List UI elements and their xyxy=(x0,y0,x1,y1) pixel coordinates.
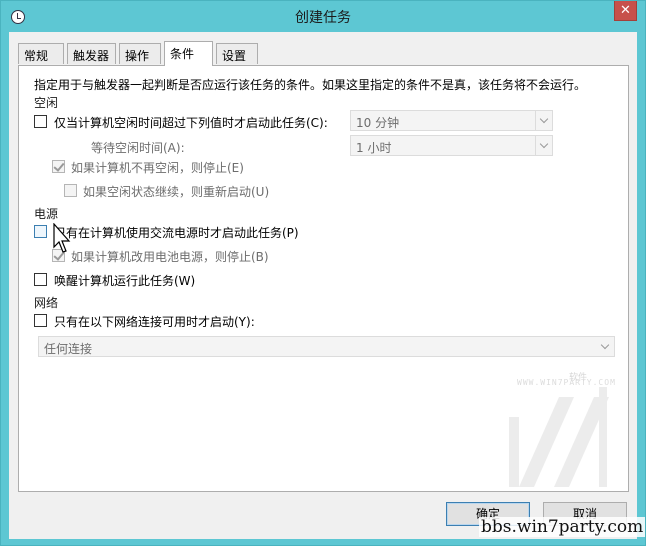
restart-if-idle-checkbox[interactable] xyxy=(64,184,77,197)
tab-general[interactable]: 常规 xyxy=(18,43,64,64)
tab-triggers[interactable]: 触发器 xyxy=(67,43,116,64)
network-connection-value: 任何连接 xyxy=(44,342,93,356)
tab-conditions[interactable]: 条件 xyxy=(164,41,213,66)
window-title: 创建任务 xyxy=(295,10,351,26)
idle-section-label: 空闲 xyxy=(34,96,59,110)
watermark-logo xyxy=(509,387,609,487)
network-connection-combo[interactable]: 任何连接 xyxy=(38,336,615,357)
site-watermark: bbs.win7party.com xyxy=(479,517,646,537)
network-only-label[interactable]: 只有在以下网络连接可用时才启动(Y): xyxy=(54,313,255,330)
close-button[interactable]: ✕ xyxy=(614,1,637,21)
network-separator xyxy=(91,300,615,301)
mouse-cursor-icon xyxy=(53,223,71,253)
network-section-label: 网络 xyxy=(34,296,59,310)
chevron-down-icon xyxy=(535,111,552,130)
chevron-down-icon xyxy=(535,136,552,155)
stop-if-not-idle-checkbox[interactable] xyxy=(52,160,65,173)
tab-actions[interactable]: 操作 xyxy=(119,43,161,64)
wait-idle-value: 1 小时 xyxy=(356,141,392,155)
tab-settings[interactable]: 设置 xyxy=(216,43,258,64)
ac-power-only-checkbox[interactable] xyxy=(34,225,47,238)
stop-on-battery-label[interactable]: 如果计算机改用电池电源，则停止(B) xyxy=(71,248,269,265)
wake-computer-checkbox[interactable] xyxy=(34,273,47,286)
idle-separator xyxy=(69,100,615,101)
wake-computer-label[interactable]: 唤醒计算机运行此任务(W) xyxy=(54,272,195,289)
stop-if-not-idle-label[interactable]: 如果计算机不再空闲，则停止(E) xyxy=(71,159,244,176)
wait-idle-combo[interactable]: 1 小时 xyxy=(350,135,553,156)
idle-duration-value: 10 分钟 xyxy=(356,116,400,130)
dialog-client: 常规 触发器 操作 条件 设置 指定用于与触发器一起判断是否应运行该任务的条件。… xyxy=(9,32,637,539)
power-section-label: 电源 xyxy=(34,207,59,221)
title-bar[interactable]: 创建任务 ✕ xyxy=(1,1,645,31)
start-if-idle-label[interactable]: 仅当计算机空闲时间超过下列值时才启动此任务(C): xyxy=(54,114,328,131)
start-if-idle-checkbox[interactable] xyxy=(34,115,47,128)
conditions-description: 指定用于与触发器一起判断是否应运行该任务的条件。如果这里指定的条件不是真，该任务… xyxy=(34,78,587,92)
ac-power-only-label[interactable]: 只有在计算机使用交流电源时才启动此任务(P) xyxy=(54,224,299,241)
power-separator xyxy=(69,211,615,212)
task-dialog-window: 创建任务 ✕ 常规 触发器 操作 条件 设置 指定用于与触发器一起判断是否应运行… xyxy=(0,0,646,546)
network-only-checkbox[interactable] xyxy=(34,314,47,327)
chevron-down-icon xyxy=(597,337,614,356)
restart-if-idle-label[interactable]: 如果空闲状态继续，则重新启动(U) xyxy=(83,183,269,200)
idle-duration-combo[interactable]: 10 分钟 xyxy=(350,110,553,131)
wait-idle-label: 等待空闲时间(A): xyxy=(91,141,185,155)
